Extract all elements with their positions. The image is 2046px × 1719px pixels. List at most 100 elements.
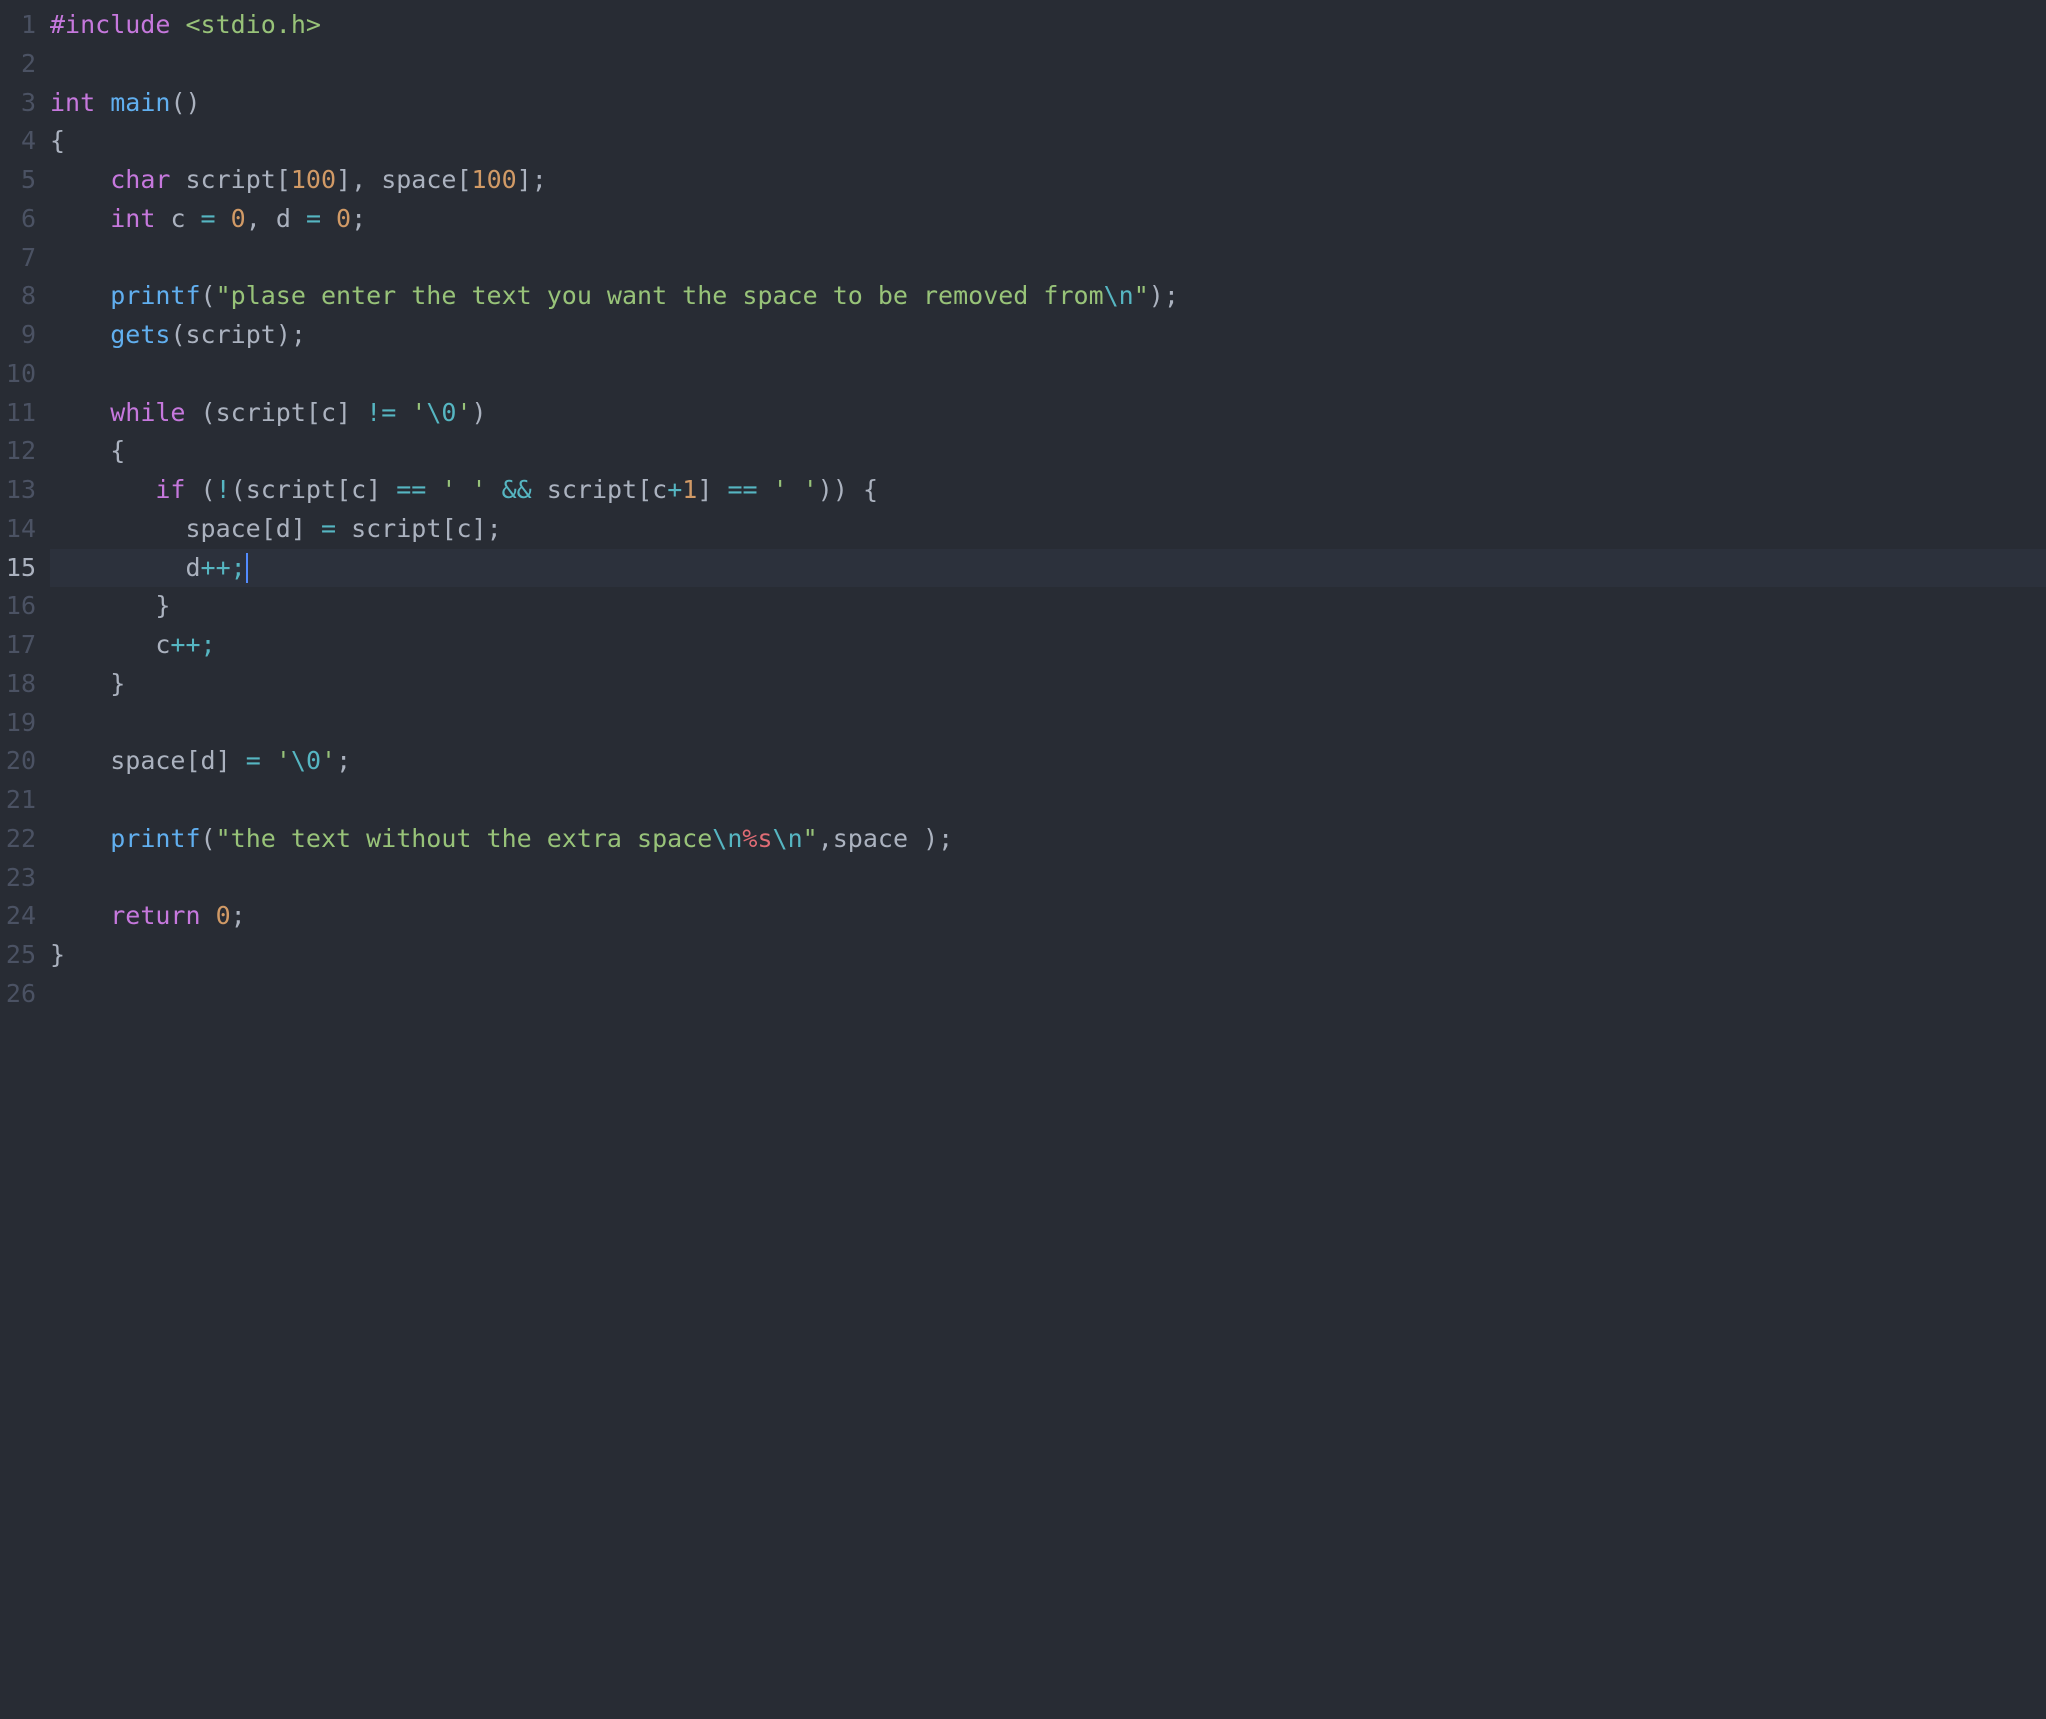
code-token: \n — [712, 824, 742, 853]
code-token: d — [276, 514, 291, 543]
code-token: [ — [306, 398, 321, 427]
code-token: while — [110, 398, 200, 427]
code-line[interactable] — [50, 45, 2046, 84]
code-token: ' — [321, 746, 336, 775]
code-token: \0 — [291, 746, 321, 775]
code-line[interactable]: gets(script); — [50, 316, 2046, 355]
code-line[interactable]: } — [50, 936, 2046, 975]
code-token: ' — [411, 398, 426, 427]
code-token: c — [351, 475, 366, 504]
text-cursor — [246, 553, 248, 583]
code-line[interactable] — [50, 859, 2046, 898]
line-number: 12 — [0, 432, 36, 471]
code-line[interactable]: { — [50, 432, 2046, 471]
code-line[interactable]: d++; — [50, 549, 2046, 588]
code-token: ! — [216, 475, 231, 504]
code-token: #include — [50, 10, 185, 39]
code-line[interactable]: char script[100], space[100]; — [50, 161, 2046, 200]
code-token: ( — [201, 398, 216, 427]
code-token: main — [110, 88, 170, 117]
line-number: 10 — [0, 355, 36, 394]
code-token: ( — [201, 475, 216, 504]
code-token: ] — [472, 514, 487, 543]
code-token: { — [110, 436, 125, 465]
code-line[interactable]: return 0; — [50, 897, 2046, 936]
code-token: ] — [697, 475, 712, 504]
code-token: int — [50, 88, 110, 117]
code-token: ] — [366, 475, 381, 504]
code-token: script — [246, 475, 336, 504]
code-token: \n — [773, 824, 803, 853]
code-token: ( — [231, 475, 246, 504]
code-line[interactable]: } — [50, 665, 2046, 704]
code-token: ' — [456, 398, 471, 427]
code-token: [ — [276, 165, 291, 194]
line-number: 20 — [0, 742, 36, 781]
code-editor[interactable]: 1234567891011121314151617181920212223242… — [0, 0, 2046, 1719]
code-token: c — [456, 514, 471, 543]
code-token — [50, 746, 110, 775]
line-number: 14 — [0, 510, 36, 549]
code-token — [50, 320, 110, 349]
line-number: 5 — [0, 161, 36, 200]
code-token: char — [110, 165, 185, 194]
code-token: ] — [291, 514, 306, 543]
code-token: int — [110, 204, 170, 233]
code-line[interactable]: printf("the text without the extra space… — [50, 820, 2046, 859]
code-token: "plase enter the text you want the space… — [216, 281, 1104, 310]
code-token: = — [306, 514, 351, 543]
code-line[interactable]: #include <stdio.h> — [50, 6, 2046, 45]
code-token: ] — [216, 746, 231, 775]
code-line[interactable]: int main() — [50, 84, 2046, 123]
line-number: 22 — [0, 820, 36, 859]
code-token: script — [216, 398, 306, 427]
code-line[interactable]: space[d] = '\0'; — [50, 742, 2046, 781]
code-token: = — [306, 204, 336, 233]
code-line[interactable]: if (!(script[c] == ' ' && script[c+1] ==… — [50, 471, 2046, 510]
code-token — [50, 436, 110, 465]
code-line[interactable] — [50, 355, 2046, 394]
code-token: %s — [742, 824, 772, 853]
code-token: c — [170, 204, 200, 233]
line-number: 7 — [0, 239, 36, 278]
code-token: [ — [185, 746, 200, 775]
code-token: \n — [1104, 281, 1134, 310]
code-token: <stdio.h> — [185, 10, 320, 39]
code-token: 100 — [472, 165, 517, 194]
code-token: return — [110, 901, 215, 930]
code-line[interactable]: space[d] = script[c]; — [50, 510, 2046, 549]
code-token: ; — [938, 824, 953, 853]
code-line[interactable] — [50, 704, 2046, 743]
code-token: ) — [472, 398, 487, 427]
code-line[interactable] — [50, 781, 2046, 820]
code-token: d — [185, 553, 200, 582]
code-token: c — [321, 398, 336, 427]
line-number: 1 — [0, 6, 36, 45]
code-line[interactable]: int c = 0, d = 0; — [50, 200, 2046, 239]
line-number: 9 — [0, 316, 36, 355]
code-line[interactable] — [50, 239, 2046, 278]
code-line[interactable] — [50, 975, 2046, 1014]
code-line[interactable]: while (script[c] != '\0') — [50, 394, 2046, 433]
code-line[interactable]: printf("plase enter the text you want th… — [50, 277, 2046, 316]
line-number: 23 — [0, 859, 36, 898]
code-token: printf — [110, 281, 200, 310]
code-token: if — [155, 475, 200, 504]
code-token: [ — [336, 475, 351, 504]
code-token: == — [381, 475, 441, 504]
code-token: () — [170, 88, 200, 117]
code-line[interactable]: } — [50, 587, 2046, 626]
code-token: ] — [336, 398, 351, 427]
line-number: 11 — [0, 394, 36, 433]
code-token — [50, 901, 110, 930]
code-line[interactable]: { — [50, 122, 2046, 161]
code-area[interactable]: #include <stdio.h> int main(){ char scri… — [50, 6, 2046, 1719]
code-token: [ — [261, 514, 276, 543]
code-line[interactable]: c++; — [50, 626, 2046, 665]
code-token: , — [351, 165, 381, 194]
line-number: 18 — [0, 665, 36, 704]
code-token: ] — [336, 165, 351, 194]
code-token: ) — [923, 824, 938, 853]
code-token: == — [712, 475, 772, 504]
code-token: 1 — [682, 475, 697, 504]
